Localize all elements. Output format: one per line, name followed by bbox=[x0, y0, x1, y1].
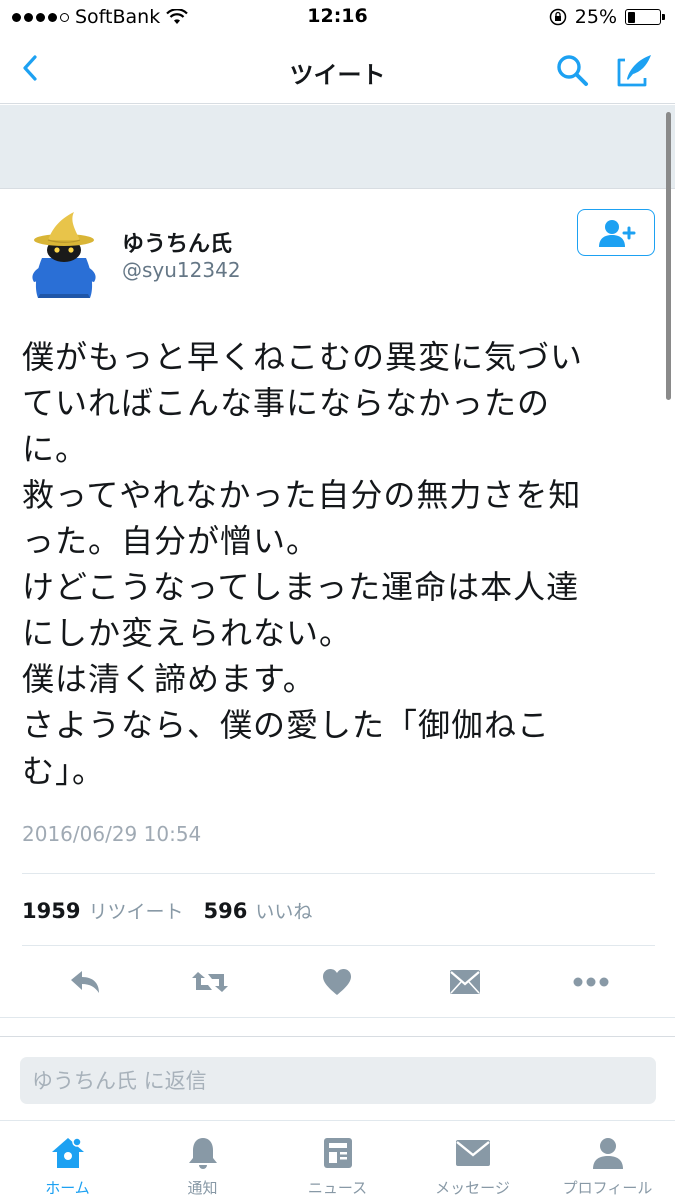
tab-label: ホーム bbox=[45, 1179, 90, 1197]
author-name[interactable]: ゆうちん氏 bbox=[122, 226, 232, 258]
retweet-button[interactable] bbox=[185, 960, 235, 1004]
search-button[interactable] bbox=[550, 46, 594, 94]
author-handle[interactable]: @syu12342 bbox=[122, 258, 241, 282]
reply-icon bbox=[71, 971, 99, 993]
tab-label: 通知 bbox=[187, 1179, 218, 1197]
tweet-stats: 1959 リツイート 596 いいね bbox=[22, 897, 324, 924]
status-right: 25% bbox=[549, 6, 665, 28]
tab-notifications[interactable]: 通知 bbox=[135, 1121, 270, 1200]
section-divider bbox=[0, 1036, 675, 1037]
navigation-bar: ツイート bbox=[0, 36, 675, 104]
add-user-icon bbox=[599, 219, 636, 247]
bell-icon bbox=[188, 1138, 217, 1169]
divider bbox=[22, 945, 655, 946]
reply-field-container[interactable] bbox=[20, 1057, 656, 1104]
tab-home[interactable]: ホーム bbox=[0, 1121, 135, 1200]
tab-label: プロフィール bbox=[562, 1179, 653, 1197]
tweet-timestamp: 2016/06/29 10:54 bbox=[22, 822, 202, 846]
avatar[interactable] bbox=[28, 210, 100, 302]
retweet-count[interactable]: 1959 bbox=[22, 899, 80, 923]
status-bar: SoftBank 12:16 25% bbox=[0, 0, 675, 36]
tab-label: メッセージ bbox=[435, 1179, 510, 1197]
envelope-icon bbox=[455, 1140, 490, 1166]
compose-tweet-button[interactable] bbox=[610, 46, 660, 94]
tweet-actions bbox=[0, 952, 675, 1014]
reply-button[interactable] bbox=[60, 960, 110, 1004]
tab-label: ニュース bbox=[307, 1179, 368, 1197]
direct-message-button[interactable] bbox=[440, 960, 490, 1004]
profile-icon bbox=[592, 1138, 623, 1169]
search-icon bbox=[557, 55, 588, 86]
follow-button[interactable] bbox=[577, 209, 655, 256]
reply-input[interactable] bbox=[32, 1068, 644, 1093]
divider bbox=[22, 873, 655, 874]
scroll-indicator[interactable] bbox=[666, 112, 671, 400]
like-label[interactable]: いいね bbox=[255, 897, 312, 924]
tab-bar: ホーム 通知 ニュース メッセージ プロフィール bbox=[0, 1120, 675, 1200]
tweet-text: 僕がもっと早くねこむの異変に気づい ていればこんな事にならなかったの に。 救っ… bbox=[22, 338, 584, 790]
divider bbox=[0, 1017, 675, 1018]
heart-icon bbox=[323, 969, 351, 995]
news-icon bbox=[323, 1138, 352, 1168]
like-count[interactable]: 596 bbox=[203, 899, 247, 923]
tab-messages[interactable]: メッセージ bbox=[405, 1121, 540, 1200]
retweet-label[interactable]: リツイート bbox=[88, 897, 183, 924]
like-button[interactable] bbox=[312, 960, 362, 1004]
more-options-button[interactable] bbox=[566, 960, 616, 1004]
battery-percent: 25% bbox=[574, 6, 617, 28]
tab-profile[interactable]: プロフィール bbox=[540, 1121, 675, 1200]
envelope-icon bbox=[450, 970, 480, 994]
black-mage-avatar-image bbox=[32, 212, 96, 298]
header-banner bbox=[0, 105, 675, 189]
retweet-icon bbox=[192, 972, 228, 992]
compose-icon bbox=[617, 55, 651, 87]
orientation-lock-icon bbox=[549, 8, 567, 26]
tab-news[interactable]: ニュース bbox=[270, 1121, 405, 1200]
home-icon bbox=[51, 1137, 84, 1168]
more-dots-icon bbox=[573, 977, 609, 987]
battery-icon bbox=[625, 9, 665, 25]
